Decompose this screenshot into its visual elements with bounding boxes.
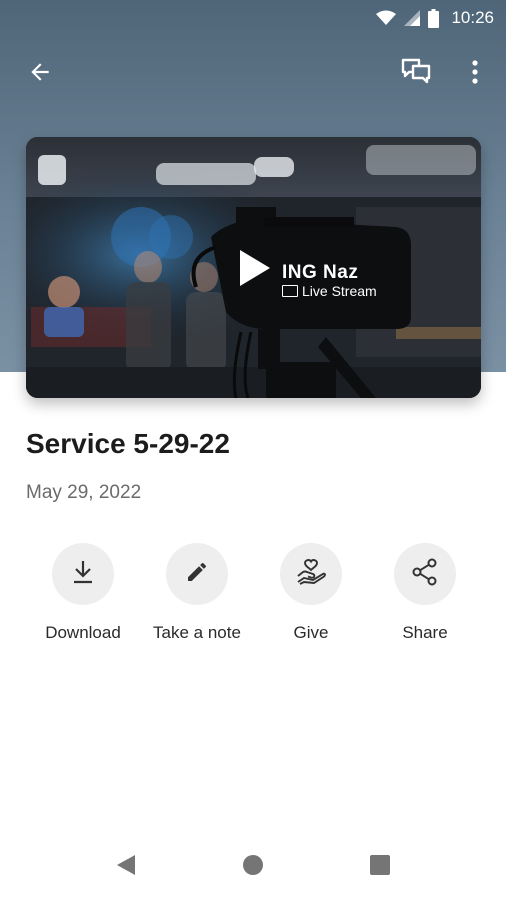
video-brand-text: ING Naz [282, 262, 359, 283]
share-icon [412, 558, 438, 591]
share-button[interactable]: Share [370, 543, 480, 643]
take-note-label: Take a note [153, 623, 241, 642]
video-subtitle: Live Stream [282, 283, 377, 299]
play-icon [236, 250, 272, 292]
chat-icon [401, 58, 431, 91]
pencil-icon [185, 560, 209, 589]
more-options-button[interactable] [453, 52, 497, 96]
take-note-circle [166, 543, 228, 605]
give-hand-heart-icon [296, 558, 326, 591]
back-button[interactable] [18, 52, 62, 96]
status-time: 10:26 [451, 8, 494, 27]
more-vert-icon [472, 59, 478, 89]
camera-icon [282, 285, 298, 297]
chat-button[interactable] [394, 52, 438, 96]
nav-recents-button[interactable] [365, 852, 395, 882]
arrow-back-icon [27, 59, 53, 90]
video-subtitle-label: Live Stream [302, 283, 377, 299]
give-label: Give [293, 623, 329, 642]
status-bar: 10:26 [0, 0, 506, 36]
wifi-icon [376, 10, 397, 26]
battery-icon [428, 8, 440, 28]
nav-recents-icon [369, 854, 391, 881]
media-title: Service 5-29-22 [26, 428, 230, 459]
system-nav-bar [0, 832, 506, 900]
download-label: Download [45, 623, 121, 642]
download-icon [71, 559, 95, 590]
nav-back-button[interactable] [111, 852, 141, 882]
media-date: May 29, 2022 [26, 482, 142, 503]
status-icons: 10:26 [376, 6, 494, 30]
app-bar [0, 48, 506, 100]
action-row: Download Take a note Give Share [0, 543, 506, 653]
play-button[interactable] [236, 248, 280, 292]
give-circle [280, 543, 342, 605]
download-button[interactable]: Download [28, 543, 138, 643]
nav-home-icon [242, 854, 264, 881]
give-button[interactable]: Give [256, 543, 366, 643]
download-circle [52, 543, 114, 605]
share-label: Share [402, 623, 448, 642]
nav-back-icon [115, 853, 137, 882]
cell-signal-icon [404, 10, 421, 26]
take-note-button[interactable]: Take a note [142, 543, 252, 643]
share-circle [394, 543, 456, 605]
nav-home-button[interactable] [238, 852, 268, 882]
